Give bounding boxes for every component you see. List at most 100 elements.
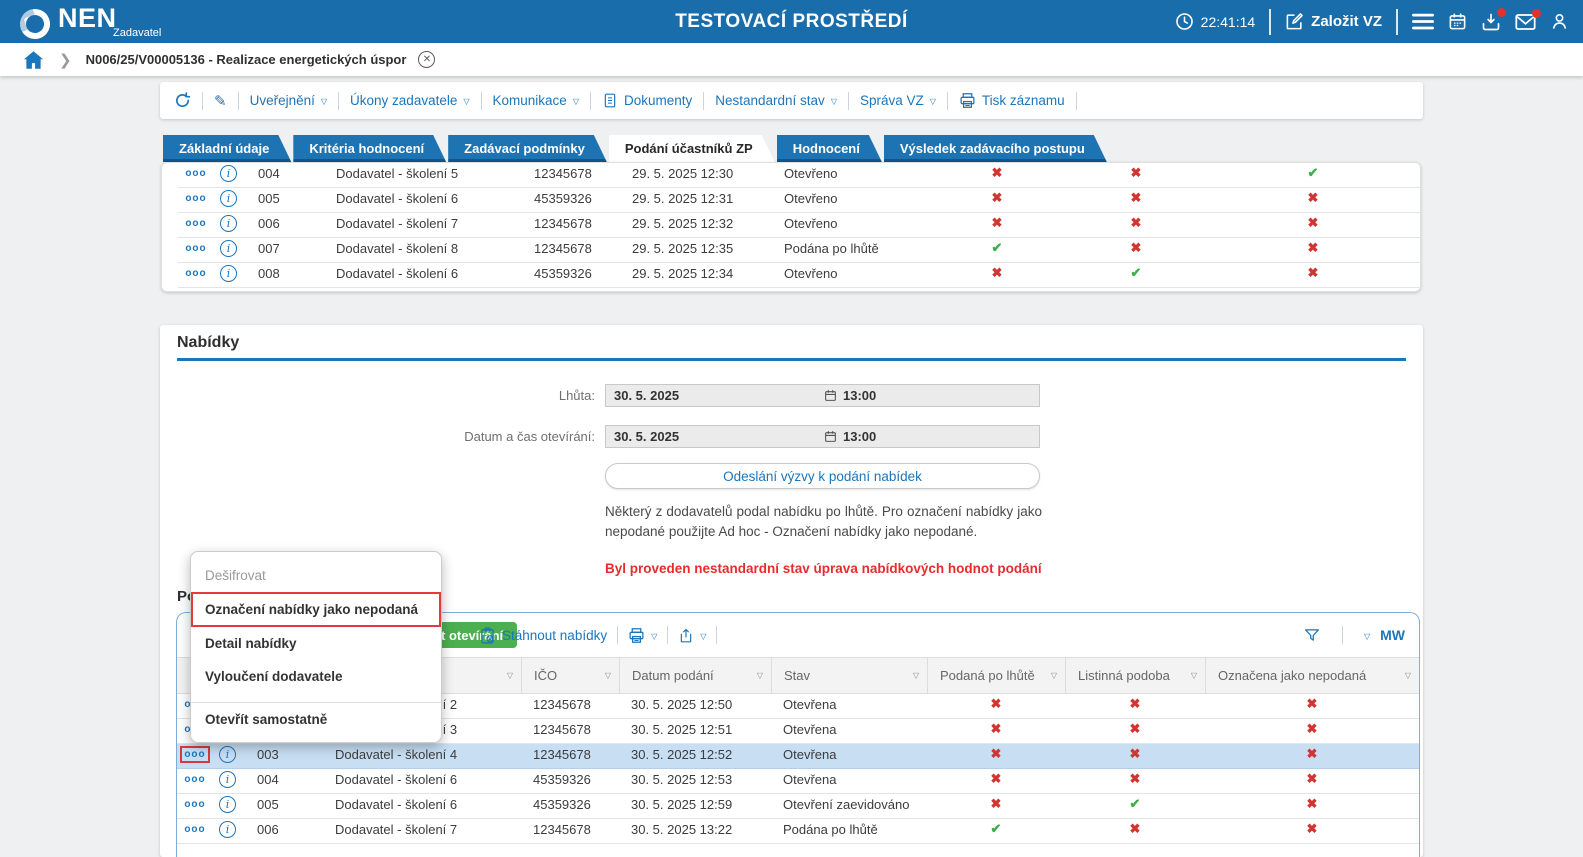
context-menu-item[interactable]: Detail nabídky [191,627,441,660]
opening-time-input[interactable]: 13:00 [824,429,876,444]
divider [590,92,591,110]
opening-date-input[interactable]: 30. 5. 2025 [606,429,824,444]
tab[interactable]: Hodnocení [777,135,882,162]
row-menu-button[interactable]: ooo [178,192,214,205]
toolbar-item[interactable]: Dokumenty [602,92,692,109]
table-row[interactable]: oooi008Dodavatel - školení 64535932629. … [178,263,1420,288]
row-ico: 45359326 [522,191,620,206]
info-icon[interactable]: i [220,215,237,232]
view-mode-label[interactable]: MW [1380,627,1405,643]
deadline-field[interactable]: 30. 5. 2025 13:00 [605,384,1040,407]
column-filter-icon[interactable]: ▽ [1191,671,1197,680]
tab[interactable]: Základní údaje [163,135,291,162]
inbox-button[interactable] [1481,12,1501,32]
column-header-label: Datum podání [632,668,714,683]
cross-icon: ✖ [927,771,1065,787]
toolbar-item[interactable]: Uveřejnění▽ [250,93,327,108]
table-row[interactable]: oooi003Dodavatel - školení 41234567830. … [177,744,1419,769]
toolbar-item[interactable]: Komunikace▽ [493,93,579,108]
deadline-time-input[interactable]: 13:00 [824,388,876,403]
row-status: Otevřeno [772,266,928,281]
filter-funnel-icon[interactable] [1303,627,1321,644]
calendar-button[interactable] [1448,12,1467,31]
column-header[interactable]: Datum podání ▽ [619,658,771,693]
messages-button[interactable] [1515,13,1536,31]
row-menu-button[interactable]: ooo [178,242,214,255]
info-icon[interactable]: i [219,771,236,788]
cross-icon: ✖ [1066,165,1206,181]
column-header[interactable]: Označena jako nepodaná▽ [1205,658,1419,693]
cross-icon: ✖ [1065,821,1205,837]
row-menu-button[interactable]: ooo [178,267,214,280]
breadcrumb-record-title[interactable]: N006/25/V00005136 - Realizace energetick… [86,52,407,67]
toolbar-item[interactable]: Správa VZ▽ [860,93,936,108]
column-header[interactable]: Listinná podoba▽ [1065,658,1205,693]
column-header[interactable]: IČO▽ [521,658,619,693]
view-chevron-icon[interactable]: ▽ [1364,632,1370,641]
edit-record-button[interactable]: ✎ [214,92,227,110]
main-menu-button[interactable] [1412,13,1434,31]
deadline-date-input[interactable]: 30. 5. 2025 [606,388,824,403]
info-icon[interactable]: i [220,190,237,207]
toolbar-item[interactable]: Tisk záznamu [959,92,1065,109]
tab[interactable]: Kritéria hodnocení [293,135,446,162]
divider [848,92,849,110]
info-icon[interactable]: i [220,165,237,182]
history-button[interactable] [174,92,191,109]
table-row[interactable]: oooi004Dodavatel - školení 64535932630. … [177,769,1419,794]
table-row[interactable]: oooi006Dodavatel - školení 71234567830. … [177,819,1419,844]
send-request-button[interactable]: Odeslání výzvy k podání nabídek [605,463,1040,489]
calendar-small-icon [824,389,837,402]
row-menu-button[interactable]: ooo [178,217,214,230]
table-row[interactable]: oooi005Dodavatel - školení 64535932630. … [177,794,1419,819]
column-filter-icon[interactable]: ▽ [605,671,611,680]
table-row[interactable]: oooi005Dodavatel - školení 64535932629. … [178,188,1420,213]
check-icon: ✔ [1066,265,1206,281]
table-row[interactable]: oooi006Dodavatel - školení 71234567829. … [178,213,1420,238]
column-filter-icon[interactable]: ▽ [913,671,919,680]
column-header[interactable]: Podaná po lhůtě▽ [927,658,1065,693]
cross-icon: ✖ [1066,215,1206,231]
info-icon[interactable]: i [219,796,236,813]
tab[interactable]: Výsledek zadávacího postupu [884,135,1107,162]
row-ico: 12345678 [521,722,619,737]
toolbar-item[interactable]: Nestandardní stav▽ [715,93,837,108]
row-status: Otevřeno [772,166,928,181]
close-record-icon[interactable]: ✕ [418,51,435,68]
home-icon[interactable] [24,51,43,69]
table-row[interactable]: oooi004Dodavatel - školení 51234567829. … [178,163,1420,188]
tab[interactable]: Zadávací podmínky [448,135,607,162]
create-vz-button[interactable]: Založit VZ [1285,12,1382,31]
context-menu-item[interactable]: Vyloučení dodavatele [191,660,441,693]
nen-logo[interactable]: NEN Zadavatel [20,5,161,39]
row-menu-button[interactable]: ooo [177,823,213,836]
column-filter-icon[interactable]: ▽ [757,671,763,680]
row-menu-button[interactable]: ooo [177,746,213,763]
print-button[interactable]: ▽ [628,627,657,644]
profile-button[interactable] [1550,12,1569,31]
column-filter-icon[interactable]: ▽ [507,671,513,680]
row-menu-button[interactable]: ooo [178,167,214,180]
table-row[interactable]: oooi007Dodavatel - školení 81234567829. … [178,238,1420,263]
cross-icon: ✖ [928,265,1066,281]
record-toolbar: ✎ Uveřejnění▽ Úkony zadavatele▽ Komunikace… [160,82,1423,119]
info-icon[interactable]: i [219,821,236,838]
column-filter-icon[interactable]: ▽ [1051,671,1057,680]
tab[interactable]: Podání účastníků ZP [609,135,775,162]
context-menu-item[interactable]: Otevřít samostatně [191,702,441,736]
export-button[interactable]: ▽ [678,627,706,644]
row-ico: 12345678 [521,697,619,712]
column-filter-icon[interactable]: ▽ [1405,671,1411,680]
column-header[interactable]: Stav▽ [771,658,927,693]
toolbar-item[interactable]: Úkony zadavatele▽ [350,93,469,108]
cross-icon: ✖ [1206,190,1420,206]
info-icon[interactable]: i [220,240,237,257]
opening-field[interactable]: 30. 5. 2025 13:00 [605,425,1040,448]
row-menu-button[interactable]: ooo [177,798,213,811]
info-icon[interactable]: i [219,746,236,763]
download-offers-button[interactable]: Stáhnout nabídky [479,627,607,644]
context-menu-item[interactable]: Označení nabídky jako nepodaná [191,592,441,627]
chevron-down-icon: ▽ [930,97,936,106]
info-icon[interactable]: i [220,265,237,282]
row-menu-button[interactable]: ooo [177,773,213,786]
